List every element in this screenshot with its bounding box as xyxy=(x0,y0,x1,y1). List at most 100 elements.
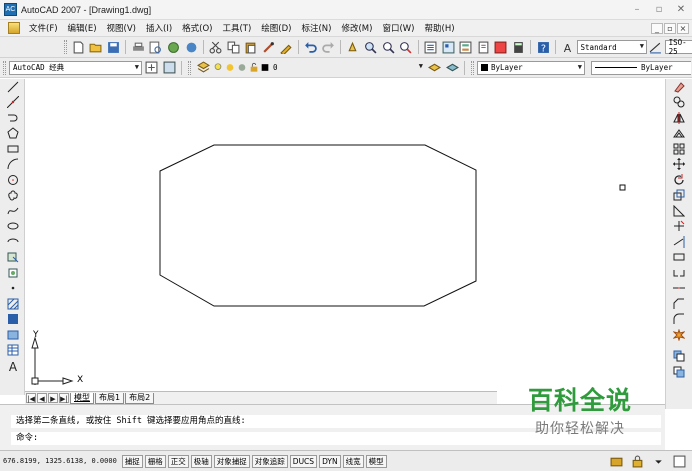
copy-icon[interactable] xyxy=(225,39,241,55)
dyn-toggle[interactable]: DYN xyxy=(319,454,341,468)
insert-block-icon[interactable] xyxy=(3,250,23,266)
doc-minimize-button[interactable]: _ xyxy=(651,22,663,34)
menu-format[interactable]: 格式(O) xyxy=(177,22,217,34)
move-icon[interactable] xyxy=(669,157,689,173)
menu-window[interactable]: 窗口(W) xyxy=(377,22,419,34)
paste-icon[interactable] xyxy=(243,39,259,55)
polyline-icon[interactable] xyxy=(3,110,23,126)
toolbar-grip[interactable] xyxy=(188,60,191,75)
calculator-icon[interactable] xyxy=(511,39,527,55)
workspace-settings-icon[interactable] xyxy=(143,60,159,76)
stretch-icon[interactable] xyxy=(669,203,689,219)
chamfer-icon[interactable] xyxy=(669,296,689,312)
tab-model[interactable]: 模型 xyxy=(70,392,94,404)
zoom-realtime-icon[interactable] xyxy=(363,39,379,55)
zoom-window-icon[interactable] xyxy=(380,39,396,55)
zoom-previous-icon[interactable] xyxy=(398,39,414,55)
cursor-coordinates[interactable]: 676.8199, 1325.6138, 0.0000 xyxy=(0,457,120,465)
lineweight-toggle[interactable]: 线宽 xyxy=(342,454,364,468)
ducs-toggle[interactable]: DUCS xyxy=(289,454,318,468)
print-preview-icon[interactable] xyxy=(148,39,164,55)
layer-previous-icon[interactable] xyxy=(444,60,460,76)
menu-file[interactable]: 文件(F) xyxy=(24,22,63,34)
make-block-icon[interactable] xyxy=(3,265,23,281)
doc-restore-button[interactable]: ▫ xyxy=(664,22,676,34)
layer-select[interactable]: 0 ▼ xyxy=(270,61,425,75)
properties-icon[interactable] xyxy=(423,39,439,55)
erase-icon[interactable] xyxy=(669,79,689,95)
lock-toolbar-icon[interactable] xyxy=(629,453,645,469)
markup-icon[interactable] xyxy=(493,39,509,55)
design-center-icon[interactable] xyxy=(440,39,456,55)
text-style-select[interactable]: Standard ▼ xyxy=(576,40,647,54)
multiline-text-icon[interactable]: A xyxy=(3,358,23,374)
layer-thaw-sun-icon[interactable] xyxy=(225,60,235,76)
osnap-toggle[interactable]: 对象捕捉 xyxy=(213,454,250,468)
doc-close-button[interactable]: × xyxy=(677,22,689,34)
dimension-style-icon[interactable] xyxy=(648,39,664,55)
layer-on-bulb-icon[interactable] xyxy=(213,60,223,76)
break-at-point-icon[interactable] xyxy=(669,250,689,266)
tab-layout2[interactable]: 布局2 xyxy=(125,392,155,404)
polar-toggle[interactable]: 极轴 xyxy=(190,454,212,468)
offset-icon[interactable] xyxy=(669,126,689,142)
redo-icon[interactable] xyxy=(321,39,337,55)
toolbar-grip[interactable] xyxy=(63,40,67,54)
model-paper-toggle[interactable]: 模型 xyxy=(365,454,387,468)
polygon-icon[interactable] xyxy=(3,126,23,142)
my-workspace-icon[interactable] xyxy=(161,60,177,76)
break-icon[interactable] xyxy=(669,265,689,281)
close-button[interactable]: ✕ xyxy=(670,1,692,19)
help-icon[interactable]: ? xyxy=(535,39,551,55)
color-control-select[interactable]: ByLayer ▼ xyxy=(477,60,585,75)
3d-dwf-icon[interactable] xyxy=(183,39,199,55)
open-folder-icon[interactable] xyxy=(88,39,104,55)
document-icon[interactable] xyxy=(8,22,20,34)
tab-first-button[interactable]: |◀ xyxy=(26,393,36,403)
fillet-icon[interactable] xyxy=(669,312,689,328)
cut-icon[interactable] xyxy=(208,39,224,55)
construction-line-icon[interactable] xyxy=(3,95,23,111)
gradient-icon[interactable] xyxy=(3,312,23,328)
snap-toggle[interactable]: 捕捉 xyxy=(121,454,143,468)
region-icon[interactable] xyxy=(3,327,23,343)
undo-icon[interactable] xyxy=(303,39,319,55)
make-current-layer-icon[interactable] xyxy=(426,60,442,76)
explode-icon[interactable] xyxy=(669,327,689,343)
trim-icon[interactable] xyxy=(669,219,689,235)
save-icon[interactable] xyxy=(106,39,122,55)
grid-toggle[interactable]: 栅格 xyxy=(144,454,166,468)
menu-draw[interactable]: 绘图(D) xyxy=(256,22,296,34)
line-icon[interactable] xyxy=(3,79,23,95)
copy-object-icon[interactable] xyxy=(669,95,689,111)
sheet-set-icon[interactable] xyxy=(475,39,491,55)
ellipse-icon[interactable] xyxy=(3,219,23,235)
match-properties-icon[interactable] xyxy=(261,39,277,55)
layer-manager-icon[interactable] xyxy=(195,60,211,76)
scale-icon[interactable] xyxy=(669,188,689,204)
tab-prev-button[interactable]: ◀ xyxy=(37,393,47,403)
circle-icon[interactable] xyxy=(3,172,23,188)
menu-edit[interactable]: 编辑(E) xyxy=(63,22,102,34)
ellipse-arc-icon[interactable] xyxy=(3,234,23,250)
text-style-icon[interactable]: A xyxy=(560,39,576,55)
pan-realtime-icon[interactable] xyxy=(345,39,361,55)
menu-insert[interactable]: 插入(I) xyxy=(141,22,177,34)
extend-icon[interactable] xyxy=(669,234,689,250)
status-menu-icon[interactable] xyxy=(650,453,666,469)
block-editor-icon[interactable] xyxy=(278,39,294,55)
hatch-icon[interactable] xyxy=(3,296,23,312)
ortho-toggle[interactable]: 正交 xyxy=(167,454,189,468)
menu-dimension[interactable]: 标注(N) xyxy=(296,22,336,34)
menu-view[interactable]: 视图(V) xyxy=(102,22,141,34)
menu-help[interactable]: 帮助(H) xyxy=(420,22,460,34)
new-file-icon[interactable] xyxy=(71,39,87,55)
draw-order-back-icon[interactable] xyxy=(669,364,689,380)
linetype-control-select[interactable]: ByLayer xyxy=(591,60,691,75)
join-icon[interactable] xyxy=(669,281,689,297)
minimize-button[interactable]: – xyxy=(626,1,648,19)
workspace-select[interactable]: AutoCAD 经典 ▼ xyxy=(9,60,142,75)
tool-palettes-icon[interactable] xyxy=(458,39,474,55)
table-icon[interactable] xyxy=(3,343,23,359)
rectangle-icon[interactable] xyxy=(3,141,23,157)
